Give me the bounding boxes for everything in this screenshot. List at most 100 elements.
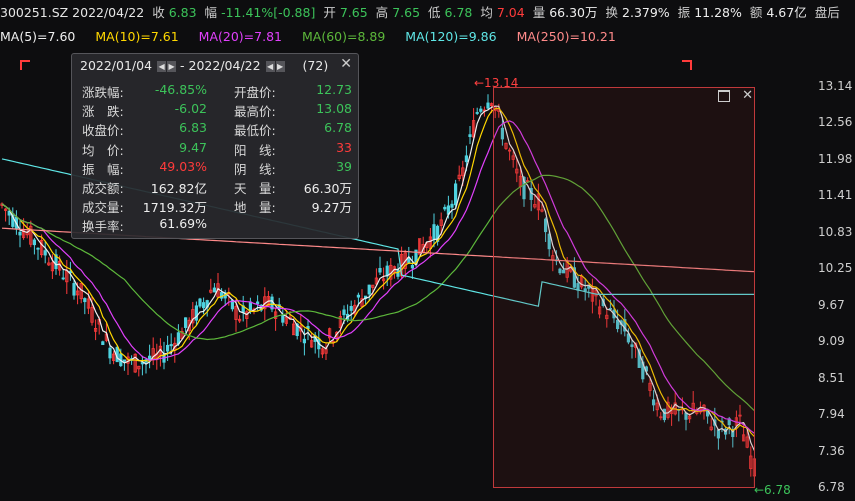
candle-body <box>165 344 170 352</box>
stats-value: 66.30万 <box>303 181 352 196</box>
candle-body <box>356 294 361 298</box>
stats-value: -6.02 <box>174 101 207 117</box>
candle-body <box>212 287 216 293</box>
stats-label: 最低价: <box>234 123 276 139</box>
candle-body <box>453 183 458 206</box>
interval-stats-panel[interactable]: 2022/01/04 ◀ ▶ - 2022/04/22 ◀ ▶ (72) ✕ 涨跌幅… <box>71 53 359 239</box>
high-label: 高 <box>375 5 389 20</box>
stats-row: 成交额: 162.82亿 天 量: 66.30万 <box>82 178 352 197</box>
prev-icon[interactable]: ◀ <box>157 61 167 72</box>
stock-code-date: 300251.SZ 2022/04/22 <box>0 5 145 20</box>
stats-label: 地 量: <box>234 200 276 216</box>
candle-body <box>83 298 87 303</box>
price-tick: 9.67 <box>818 297 845 312</box>
stats-row: 涨跌幅: -46.85% 开盘价: 12.73 <box>82 82 352 101</box>
price-tick: 10.25 <box>818 261 853 276</box>
price-tick: 8.51 <box>818 370 845 385</box>
stats-label: 涨 跌: <box>82 104 124 120</box>
stats-label: 均 价: <box>82 142 124 158</box>
stats-row: 换手率: 61.69% <box>82 216 352 235</box>
stats-value: 49.03% <box>159 158 207 174</box>
ma-legend-item: MA(120)=9.86 <box>405 29 497 44</box>
turnover-label: 换 <box>605 5 619 20</box>
ma-legend-item: MA(250)=10.21 <box>516 29 616 44</box>
candle-body <box>464 155 469 163</box>
avg-label: 均 <box>480 5 493 20</box>
stats-label: 阴 线: <box>234 161 276 177</box>
price-tick: 6.78 <box>818 480 845 494</box>
change-label: 幅 <box>204 5 218 20</box>
crosshair-corner-left <box>20 60 30 70</box>
close-label: 收 <box>152 5 165 20</box>
stats-value: 9.27万 <box>311 200 352 216</box>
candle-body <box>367 284 371 295</box>
stats-value: 61.69% <box>159 216 207 232</box>
price-tick: 7.36 <box>818 443 845 458</box>
candle-body <box>281 315 285 323</box>
candle-body <box>108 347 112 359</box>
stats-label: 成交量: <box>82 200 124 216</box>
low-marker: ←6.78 <box>754 483 791 497</box>
stats-label: 换手率: <box>82 219 124 235</box>
candle-body <box>36 247 40 250</box>
stats-label: 天 量: <box>234 181 276 196</box>
end-date[interactable]: 2022/04/22 <box>189 58 261 73</box>
selection-controls: ✕ <box>718 88 753 103</box>
stats-label: 振 幅: <box>82 161 124 177</box>
candle-body <box>486 102 490 109</box>
stats-row: 成交量: 1719.32万 地 量: 9.27万 <box>82 197 352 216</box>
volume-value: 66.30万 <box>549 5 598 20</box>
ma-legend-item: MA(10)=7.61 <box>95 29 179 44</box>
stats-value: 39 <box>336 158 352 174</box>
turnover-value: 2.379% <box>622 5 670 20</box>
ma-legend-item: MA(20)=7.81 <box>198 29 282 44</box>
candle-body <box>479 108 483 112</box>
price-tick: 7.94 <box>818 407 845 422</box>
selection-range-box[interactable] <box>493 87 755 488</box>
open-label: 开 <box>323 5 336 20</box>
change-value: -11.41%[-0.88] <box>221 5 316 20</box>
candle-body <box>72 283 76 296</box>
stats-label: 涨跌幅: <box>82 85 124 100</box>
candle-body <box>450 203 454 208</box>
bar-count: (72) <box>302 58 329 73</box>
candle-body <box>43 250 47 256</box>
candle-body <box>122 359 126 362</box>
stats-label: 收盘价: <box>82 123 124 139</box>
candle-body <box>378 267 382 273</box>
price-tick: 9.09 <box>818 334 845 349</box>
price-tick: 11.98 <box>818 151 853 166</box>
close-icon[interactable]: ✕ <box>340 56 352 72</box>
candle-body <box>432 224 436 240</box>
candle-body <box>176 332 180 345</box>
start-date[interactable]: 2022/01/04 <box>80 58 152 73</box>
low-label: 低 <box>428 5 441 20</box>
next-icon[interactable]: ▶ <box>275 61 285 72</box>
price-tick: 11.41 <box>818 188 853 203</box>
candle-body <box>255 301 260 305</box>
stats-value: 162.82亿 <box>150 181 207 196</box>
next-icon[interactable]: ▶ <box>167 61 177 72</box>
candle-body <box>194 305 198 321</box>
price-tick: 13.14 <box>818 79 853 93</box>
panel-header: 2022/01/04 ◀ ▶ - 2022/04/22 ◀ ▶ (72) <box>80 58 328 76</box>
stats-value: 33 <box>336 139 352 155</box>
candle-body <box>32 239 37 246</box>
high-marker: ←13.14 <box>474 76 519 90</box>
price-tick: 10.83 <box>818 224 853 239</box>
candle-body <box>61 277 65 280</box>
candle-body <box>201 302 206 309</box>
crosshair-corner-right <box>682 60 692 70</box>
close-selection-icon[interactable]: ✕ <box>742 88 753 103</box>
quote-bar: 300251.SZ 2022/04/22 收 6.83 幅 -11.41%[-0.8… <box>0 0 855 26</box>
maximize-icon[interactable] <box>718 89 730 102</box>
price-axis: 13.14 12.56 11.98 11.41 10.83 10.25 9.67 9.09 8.… <box>812 0 855 501</box>
close-value: 6.83 <box>168 5 197 20</box>
ma-legend-item: MA(60)=8.89 <box>301 29 386 44</box>
stats-row: 振 幅: 49.03% 阴 线: 39 <box>82 159 352 178</box>
ma-legend-item: MA(5)=7.60 <box>0 29 76 44</box>
stats-row: 涨 跌: -6.02 最高价: 13.08 <box>82 101 352 120</box>
stats-label: 成交额: <box>82 181 124 196</box>
prev-icon[interactable]: ◀ <box>265 61 275 72</box>
open-value: 7.65 <box>339 5 368 20</box>
